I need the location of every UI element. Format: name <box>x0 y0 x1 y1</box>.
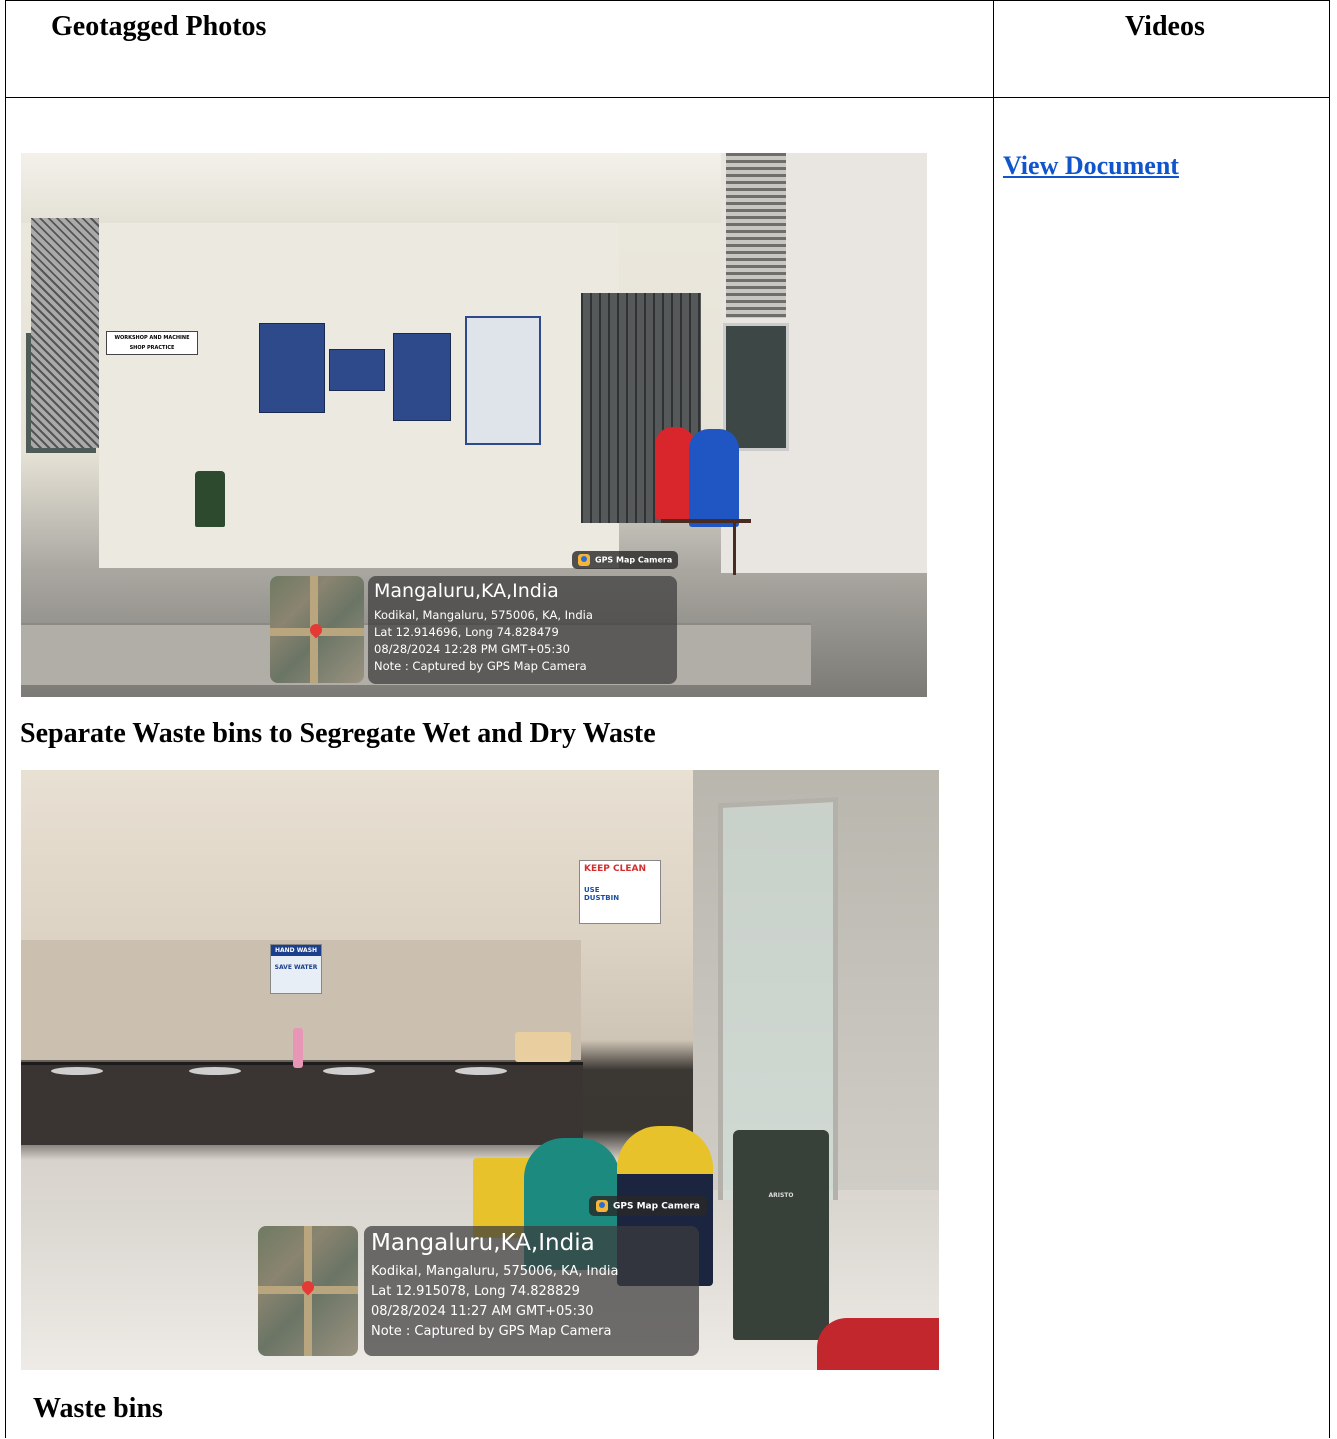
dark-green-waste-bin: ARISTO <box>733 1130 829 1340</box>
gps-camera-label: GPS Map Camera <box>613 1201 700 1212</box>
wash-counter <box>21 1062 583 1145</box>
view-document-link[interactable]: View Document <box>1003 151 1179 181</box>
sink <box>189 1067 241 1075</box>
keep-clean-sign: KEEP CLEAN USE DUSTBIN <box>579 860 661 924</box>
caption-separate-waste-bins: Separate Waste bins to Segregate Wet and… <box>20 718 656 749</box>
caption-waste-bins: Waste bins <box>33 1393 163 1424</box>
bin-stand <box>661 519 751 523</box>
gps-camera-label: GPS Map Camera <box>595 555 673 565</box>
notice-board <box>259 323 325 413</box>
red-chair <box>817 1318 939 1370</box>
back-wall <box>99 223 619 568</box>
sink <box>51 1067 103 1075</box>
sink <box>323 1067 375 1075</box>
soap-bottle <box>293 1028 303 1068</box>
column-divider <box>993 1 994 1439</box>
department-sign: WORKSHOP AND MACHINE SHOP PRACTICE <box>106 331 198 355</box>
bin-brand-label: ARISTO <box>768 1192 794 1199</box>
gps-address: Kodikal, Mangaluru, 575006, KA, India <box>371 1264 619 1279</box>
photo-waste-bins-corridor: WORKSHOP AND MACHINE SHOP PRACTICE GPS M… <box>21 153 927 697</box>
photo-handwash-waste-bins: KEEP CLEAN USE DUSTBIN HAND WASH SAVE WA… <box>21 770 939 1370</box>
gps-info-panel: Mangaluru,KA,India Kodikal, Mangaluru, 5… <box>364 1226 699 1356</box>
notice-board <box>393 333 451 421</box>
gps-coordinates: Lat 12.915078, Long 74.828829 <box>371 1284 580 1299</box>
gps-datetime: 08/28/2024 11:27 AM GMT+05:30 <box>371 1304 594 1319</box>
gps-datetime: 08/28/2024 12:28 PM GMT+05:30 <box>374 642 570 656</box>
gps-address: Kodikal, Mangaluru, 575006, KA, India <box>374 608 593 622</box>
gps-coordinates: Lat 12.914696, Long 74.828479 <box>374 625 559 639</box>
header-row-divider <box>6 97 1329 98</box>
header-videos: Videos <box>1125 11 1205 42</box>
gps-camera-icon <box>578 554 590 566</box>
gps-note: Note : Captured by GPS Map Camera <box>374 659 587 673</box>
gps-location-title: Mangaluru,KA,India <box>374 580 559 602</box>
save-water-text: SAVE WATER <box>274 964 318 971</box>
hand-wash-text: HAND WASH <box>271 945 321 956</box>
hand-wash-sign: HAND WASH SAVE WATER <box>270 944 322 994</box>
left-window-mesh <box>31 218 99 448</box>
use-dustbin-text: USE DUSTBIN <box>584 886 620 902</box>
gps-map-thumbnail <box>270 576 364 683</box>
ceiling <box>21 153 761 223</box>
gps-camera-icon <box>596 1200 608 1212</box>
gps-camera-badge: GPS Map Camera <box>589 1196 707 1216</box>
bin-stand-leg <box>733 523 736 575</box>
gps-location-title: Mangaluru,KA,India <box>371 1230 595 1256</box>
sink <box>455 1067 507 1075</box>
notice-board <box>465 316 541 445</box>
gps-map-thumbnail <box>258 1226 358 1356</box>
keep-clean-text: KEEP CLEAN <box>584 864 646 874</box>
gps-info-panel: Mangaluru,KA,India Kodikal, Mangaluru, 5… <box>368 576 677 684</box>
header-geotagged-photos: Geotagged Photos <box>51 11 267 42</box>
wall-window <box>723 323 789 451</box>
gps-note: Note : Captured by GPS Map Camera <box>371 1324 612 1339</box>
basket <box>515 1032 571 1062</box>
department-sign-text: WORKSHOP AND MACHINE SHOP PRACTICE <box>114 335 190 351</box>
green-waste-bin <box>195 471 225 527</box>
notice-board <box>329 349 385 391</box>
gps-camera-badge: GPS Map Camera <box>572 551 679 569</box>
vent-grille <box>726 153 786 318</box>
blue-waste-bin <box>689 429 739 527</box>
